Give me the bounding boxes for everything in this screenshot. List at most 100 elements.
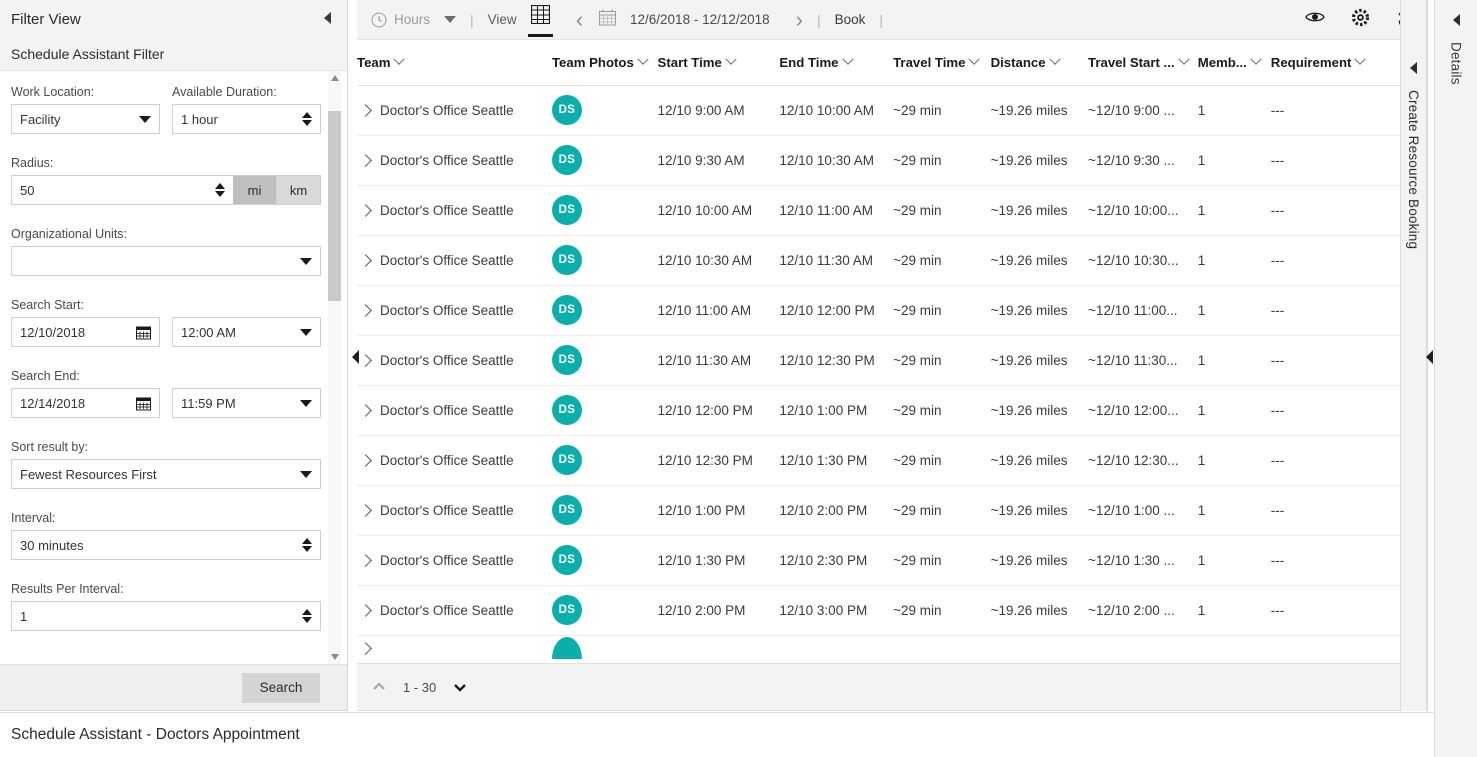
avatar[interactable]: DS: [551, 95, 582, 125]
calendar-picker-icon[interactable]: [599, 9, 617, 31]
search-end-time-select[interactable]: 11:59 PM: [172, 388, 321, 418]
scroll-up-icon[interactable]: [331, 75, 339, 81]
interval-stepper[interactable]: 30 minutes: [11, 530, 321, 560]
expand-row-chevron-icon[interactable]: [359, 403, 372, 417]
cell-requirement: ---: [1270, 135, 1413, 186]
table-row[interactable]: Doctor's Office Seattle DS 12/10 12:30 PM 1…: [357, 435, 1413, 486]
scroll-down-icon[interactable]: [331, 654, 339, 660]
search-end-date-input[interactable]: 12/14/2018: [11, 388, 160, 418]
book-button[interactable]: Book: [835, 12, 866, 27]
column-header-members[interactable]: Memb...: [1197, 40, 1271, 86]
column-header-end-time[interactable]: End Time: [779, 40, 894, 86]
table-row[interactable]: Doctor's Office Seattle DS 12/10 1:00 PM 12…: [357, 485, 1413, 536]
table-row[interactable]: Doctor's Office Seattle DS 12/10 10:30 AM 1…: [357, 235, 1413, 286]
avatar[interactable]: DS: [551, 595, 582, 625]
expand-row-chevron-icon[interactable]: [359, 553, 372, 567]
hours-unit-selector[interactable]: Hours: [371, 12, 430, 28]
expand-row-chevron-icon[interactable]: [359, 253, 372, 267]
expand-row-chevron-icon[interactable]: [359, 353, 372, 367]
table-row[interactable]: Doctor's Office Seattle DS 12/10 9:00 AM 12…: [357, 85, 1413, 136]
next-period-icon[interactable]: ›: [796, 8, 803, 31]
calendar-icon[interactable]: [136, 325, 151, 340]
avatar[interactable]: DS: [551, 445, 582, 475]
expand-row-chevron-icon[interactable]: [359, 453, 372, 467]
table-row[interactable]: Doctor's Office Seattle DS 12/10 11:00 AM 1…: [357, 285, 1413, 336]
grid-view-button[interactable]: [527, 4, 553, 37]
avatar[interactable]: DS: [551, 345, 582, 375]
work-location-select[interactable]: Facility: [11, 104, 160, 134]
search-start-time-select[interactable]: 12:00 AM: [172, 317, 321, 347]
organizational-units-select[interactable]: [11, 246, 321, 276]
sort-result-select[interactable]: Fewest Resources First: [11, 459, 321, 489]
filter-panel-scrollbar[interactable]: [328, 71, 341, 664]
search-button[interactable]: Search: [242, 672, 320, 703]
expand-row-chevron-icon[interactable]: [359, 641, 372, 655]
expand-row-chevron-icon[interactable]: [359, 153, 372, 167]
available-duration-value: 1 hour: [181, 111, 218, 127]
spinner-icon[interactable]: [215, 183, 225, 197]
expand-details-icon[interactable]: [1452, 14, 1460, 26]
spinner-icon[interactable]: [302, 112, 312, 126]
expand-row-chevron-icon[interactable]: [359, 603, 372, 617]
radius-unit-mi-button[interactable]: mi: [233, 175, 277, 205]
team-name: Doctor's Office Seattle: [380, 502, 514, 518]
table-row[interactable]: Doctor's Office Seattle DS 12/10 1:30 PM 12…: [357, 535, 1413, 586]
date-range-label[interactable]: 12/6/2018 - 12/12/2018: [630, 12, 770, 27]
page-next-icon[interactable]: [452, 679, 468, 695]
column-header-travel-time[interactable]: Travel Time: [893, 40, 991, 86]
column-header-team-photos[interactable]: Team Photos: [551, 40, 658, 86]
column-header-team[interactable]: Team: [357, 40, 552, 86]
avatar[interactable]: DS: [551, 295, 582, 325]
eye-icon[interactable]: [1305, 10, 1325, 29]
collapse-main-panel-handle[interactable]: [1423, 349, 1435, 365]
chevron-down-icon: [1048, 53, 1061, 66]
table-row[interactable]: Doctor's Office Seattle DS 12/10 10:00 AM 1…: [357, 185, 1413, 236]
team-name: Doctor's Office Seattle: [380, 452, 514, 468]
available-duration-stepper[interactable]: 1 hour: [172, 104, 321, 134]
collapse-filter-panel-icon[interactable]: [324, 12, 331, 24]
column-header-requirement[interactable]: Requirement: [1270, 40, 1413, 86]
table-row[interactable]: Doctor's Office Seattle DS 12/10 12:00 PM 1…: [357, 385, 1413, 436]
cell-empty: [779, 635, 893, 661]
cell-requirement: ---: [1270, 535, 1413, 586]
expand-row-chevron-icon[interactable]: [359, 503, 372, 517]
avatar[interactable]: DS: [551, 545, 582, 575]
avatar[interactable]: DS: [551, 245, 582, 275]
table-row[interactable]: Doctor's Office Seattle DS 12/10 9:30 AM 12…: [357, 135, 1413, 186]
expand-row-chevron-icon[interactable]: [359, 103, 372, 117]
table-row-partial[interactable]: [357, 635, 1413, 661]
avatar[interactable]: [551, 637, 582, 660]
radius-input[interactable]: 50: [11, 175, 233, 205]
cell-requirement: ---: [1270, 585, 1413, 636]
expand-create-booking-icon[interactable]: [1410, 62, 1417, 74]
page-previous-icon[interactable]: [371, 679, 387, 695]
expand-row-chevron-icon[interactable]: [359, 303, 372, 317]
table-row[interactable]: Doctor's Office Seattle DS 12/10 11:30 AM 1…: [357, 335, 1413, 386]
results-per-interval-stepper[interactable]: 1: [11, 601, 321, 631]
avatar[interactable]: DS: [551, 395, 582, 425]
cell-end: 12/10 12:00 PM: [779, 285, 894, 336]
previous-period-icon[interactable]: ‹: [576, 8, 583, 31]
cell-members: 1: [1197, 585, 1271, 636]
spinner-icon[interactable]: [302, 609, 312, 623]
chevron-down-icon: [968, 53, 981, 66]
radius-unit-km-button[interactable]: km: [277, 175, 321, 205]
details-rail[interactable]: Details: [1434, 0, 1477, 757]
cell-members: 1: [1197, 385, 1271, 436]
collapse-filter-divider-handle[interactable]: [349, 349, 361, 365]
column-header-distance[interactable]: Distance: [990, 40, 1089, 86]
avatar[interactable]: DS: [551, 195, 582, 225]
scrollbar-thumb[interactable]: [328, 111, 341, 301]
gear-icon[interactable]: [1351, 8, 1370, 32]
hours-chevron-down-icon[interactable]: [444, 16, 457, 23]
avatar[interactable]: DS: [551, 145, 582, 175]
expand-row-chevron-icon[interactable]: [359, 203, 372, 217]
column-header-travel-start[interactable]: Travel Start ...: [1088, 40, 1198, 86]
column-header-start-time[interactable]: Start Time: [657, 40, 780, 86]
spinner-icon[interactable]: [302, 538, 312, 552]
calendar-icon[interactable]: [136, 396, 151, 411]
search-start-date-input[interactable]: 12/10/2018: [11, 317, 160, 347]
column-label: End Time: [779, 54, 839, 70]
table-row[interactable]: Doctor's Office Seattle DS 12/10 2:00 PM 12…: [357, 585, 1413, 636]
avatar[interactable]: DS: [551, 495, 582, 525]
